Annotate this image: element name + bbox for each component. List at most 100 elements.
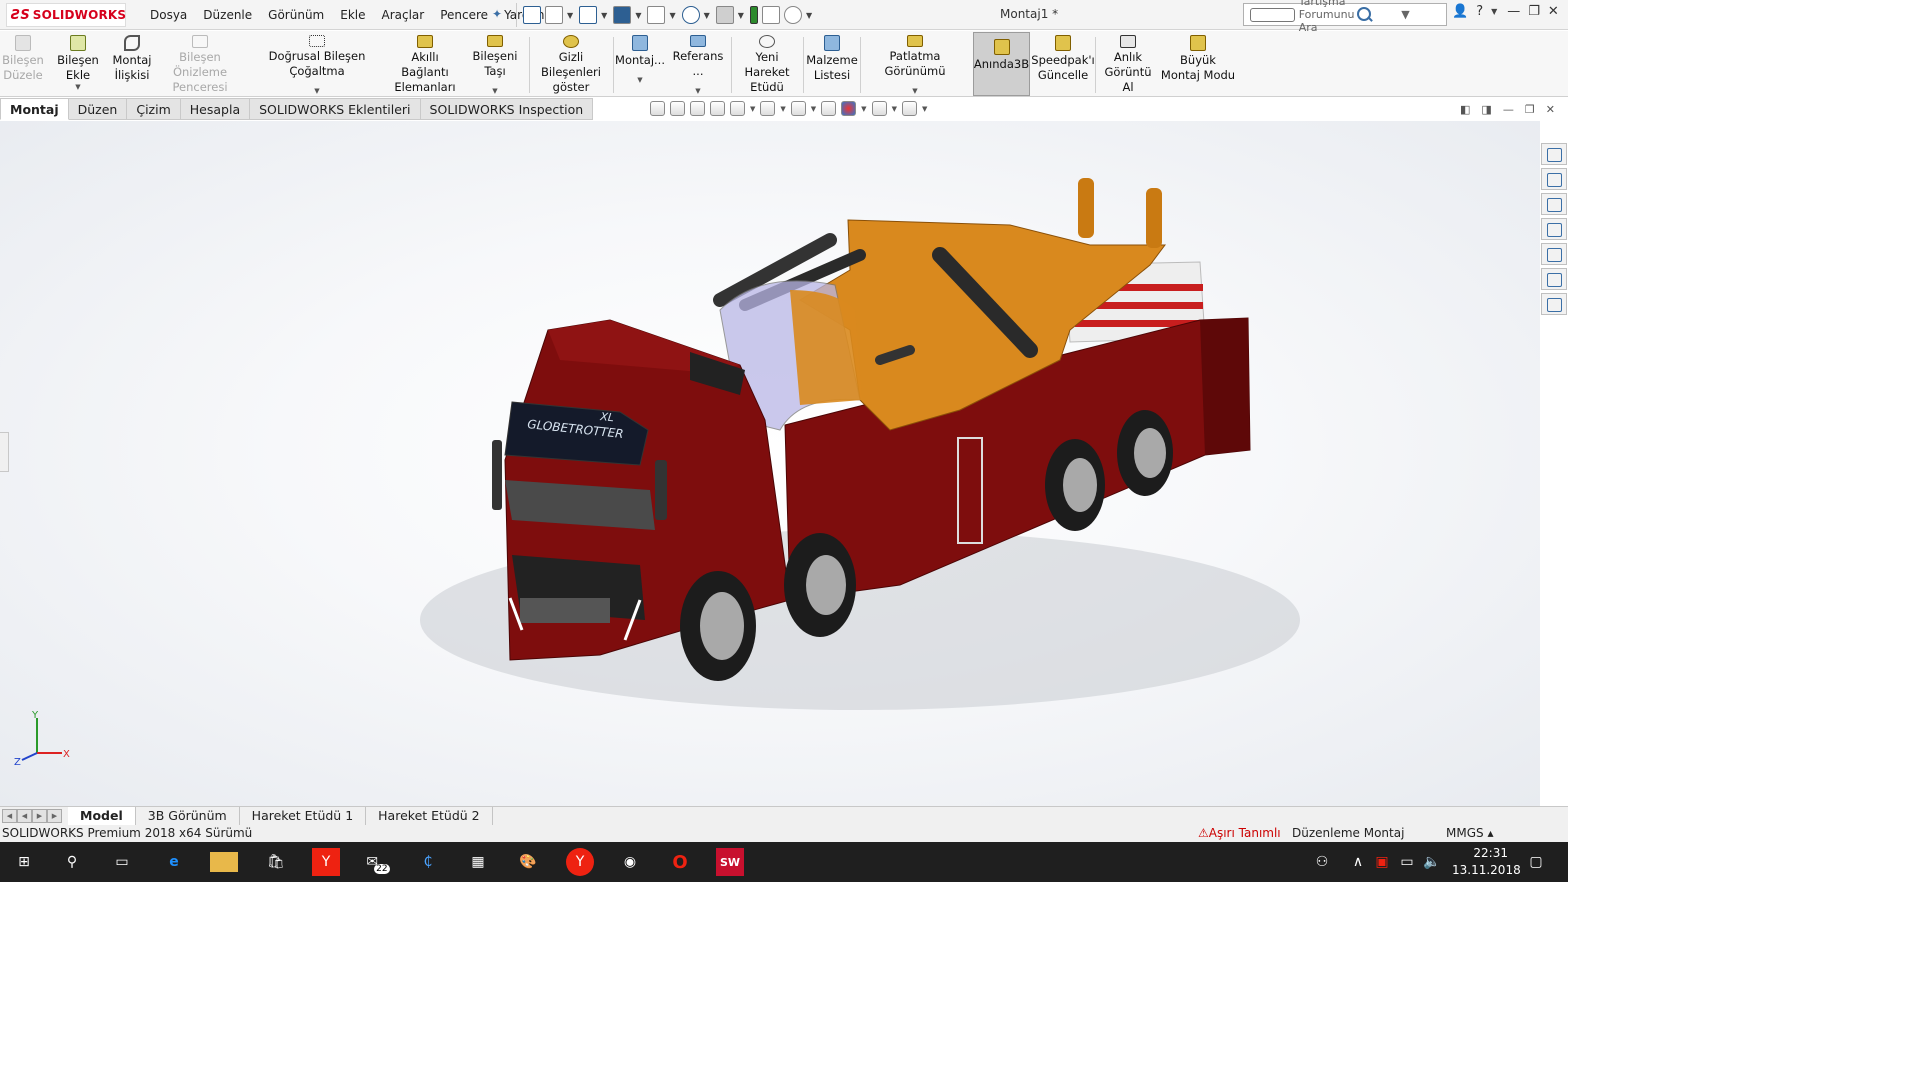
file-explorer-icon[interactable] [210, 852, 238, 872]
chevron-down-icon[interactable]: ▼ [669, 11, 675, 20]
rebuild-icon[interactable] [749, 6, 758, 24]
assembly-features-button[interactable]: Montaj... ▼ [615, 35, 665, 95]
chevron-down-icon[interactable]: ▼ [314, 87, 319, 95]
restore-icon[interactable]: ❐ [1528, 4, 1540, 19]
prev-tab-icon[interactable]: ◀ [17, 809, 32, 823]
search-box[interactable]: Tartışma Forumunu Ara ▼ [1243, 0, 1447, 34]
view-orientation-icon[interactable] [760, 101, 776, 116]
chevron-down-icon[interactable]: ▼ [637, 76, 642, 84]
disc-icon[interactable]: ◉ [616, 848, 644, 876]
restore-icon[interactable]: ❐ [1525, 103, 1535, 116]
instant3d-button[interactable]: Anında3B [973, 32, 1030, 96]
chevron-down-icon[interactable]: ▼ [75, 83, 80, 91]
acrobat-icon[interactable]: ▣ [1368, 848, 1396, 876]
undo-icon[interactable] [681, 6, 700, 24]
feature-manager-grip[interactable] [0, 432, 9, 472]
app-icon[interactable]: ₵ [414, 848, 442, 876]
yandex-icon[interactable]: Y [312, 848, 340, 876]
reference-geometry-button[interactable]: Referans ... ▼ [668, 35, 728, 95]
yandex-browser-icon[interactable]: Y [566, 848, 594, 876]
snapshot-button[interactable]: Anlık Görüntü Al [1098, 35, 1158, 95]
motion-study-button[interactable]: Yeni Hareket Etüdü [734, 35, 800, 95]
chevron-down-icon[interactable]: ▼ [1491, 7, 1497, 16]
close-icon[interactable]: ✕ [1548, 4, 1559, 19]
close-icon[interactable]: ✕ [1546, 103, 1555, 116]
options-gear-icon[interactable] [783, 6, 802, 24]
file-explorer-icon[interactable] [1541, 193, 1567, 215]
solidworks-taskbar-icon[interactable]: SW [716, 848, 744, 876]
help-icon[interactable]: ? [1476, 4, 1483, 19]
last-tab-icon[interactable]: ▶ [47, 809, 62, 823]
home-icon[interactable] [523, 6, 541, 24]
smart-fasteners-button[interactable]: Akıllı Bağlantı Elemanları [388, 35, 462, 95]
tab-motion-study-2[interactable]: Hareket Etüdü 2 [366, 807, 493, 826]
chevron-down-icon[interactable]: ▼ [567, 11, 573, 20]
edge-browser-icon[interactable]: e [160, 848, 188, 876]
task-view-icon[interactable]: ▭ [108, 848, 136, 876]
search-input[interactable]: Tartışma Forumunu Ara [1299, 0, 1355, 34]
chevron-down-icon[interactable]: ▼ [695, 87, 700, 95]
mail-icon[interactable]: ✉ 22 [364, 848, 392, 876]
menu-ekle[interactable]: Ekle [332, 8, 373, 22]
large-assembly-button[interactable]: Büyük Montaj Modu [1160, 35, 1236, 95]
insert-components-button[interactable]: Bileşen Ekle ▼ [46, 35, 110, 95]
tile-right-icon[interactable]: ◨ [1481, 103, 1491, 116]
chevron-down-icon[interactable]: ▼ [780, 105, 785, 113]
open-icon[interactable] [579, 6, 598, 24]
apply-scene-icon[interactable] [871, 101, 887, 116]
truck-crane-model[interactable]: GLOBETROTTER XL [0, 121, 1540, 806]
tab-montaj[interactable]: Montaj [0, 98, 69, 120]
forum-icon[interactable] [1541, 293, 1567, 315]
chevron-down-icon[interactable]: ▼ [492, 87, 497, 95]
minimize-icon[interactable]: — [1503, 103, 1514, 116]
file-properties-icon[interactable] [761, 6, 780, 24]
dynamic-annotation-icon[interactable] [730, 101, 745, 116]
menu-gorunum[interactable]: Görünüm [260, 8, 332, 22]
new-document-icon[interactable] [545, 6, 563, 24]
edit-component-button[interactable]: Bileşen Düzele [2, 35, 44, 95]
show-hidden-button[interactable]: Gizli Bileşenleri göster [532, 35, 610, 95]
linear-pattern-button[interactable]: Doğrusal Bileşen Çoğaltma ▼ [248, 35, 386, 95]
tile-left-icon[interactable]: ◧ [1460, 103, 1470, 116]
volume-icon[interactable]: 🔈 [1418, 848, 1446, 876]
chevron-down-icon[interactable]: ▼ [704, 11, 710, 20]
search-icon[interactable] [1355, 6, 1398, 24]
section-view-icon[interactable] [710, 101, 725, 116]
display-style-icon[interactable] [790, 101, 806, 116]
chevron-down-icon[interactable]: ▼ [738, 11, 744, 20]
menu-pencere[interactable]: Pencere [432, 8, 496, 22]
view-settings-icon[interactable] [901, 101, 917, 116]
chevron-down-icon[interactable]: ▼ [811, 105, 816, 113]
battery-icon[interactable]: ▭ [1393, 848, 1421, 876]
move-component-button[interactable]: Bileşeni Taşı ▼ [464, 35, 526, 95]
bom-button[interactable]: Malzeme Listesi [806, 35, 858, 95]
hide-show-items-icon[interactable] [821, 101, 837, 116]
mate-button[interactable]: Montaj İlişkisi [110, 35, 154, 95]
previous-view-icon[interactable] [690, 101, 705, 116]
pin-icon[interactable]: ✦ [492, 7, 502, 21]
view-palette-icon[interactable] [1541, 218, 1567, 240]
people-icon[interactable]: ⚇ [1308, 848, 1336, 876]
tab-inspection[interactable]: SOLIDWORKS Inspection [420, 98, 594, 120]
chevron-down-icon[interactable]: ▼ [806, 11, 812, 20]
menu-duzenle[interactable]: Düzenle [195, 8, 260, 22]
solidworks-resources-icon[interactable] [1541, 143, 1567, 165]
speedpak-button[interactable]: Speedpak'ı Güncelle [1031, 35, 1095, 95]
tab-motion-study-1[interactable]: Hareket Etüdü 1 [240, 807, 367, 826]
print-icon[interactable] [647, 6, 666, 24]
solidworks-logo[interactable]: ƧS SOLIDWORKS [6, 3, 126, 27]
chevron-down-icon[interactable]: ▼ [750, 105, 755, 113]
first-tab-icon[interactable]: ◀ [2, 809, 17, 823]
select-icon[interactable] [715, 6, 734, 24]
appearances-icon[interactable] [1541, 243, 1567, 265]
chevron-down-icon[interactable]: ▼ [922, 105, 927, 113]
chevron-down-icon[interactable]: ▼ [892, 105, 897, 113]
system-clock[interactable]: 22:31 13.11.2018 [1452, 845, 1521, 879]
tab-model[interactable]: Model [68, 807, 136, 826]
component-preview-button[interactable]: Bileşen Önizleme Penceresi [156, 35, 244, 95]
tab-hesapla[interactable]: Hesapla [180, 98, 251, 120]
unit-system[interactable]: MMGS ▴ [1446, 825, 1493, 841]
next-tab-icon[interactable]: ▶ [32, 809, 47, 823]
chevron-down-icon[interactable]: ▼ [1401, 8, 1444, 21]
calculator-icon[interactable]: ▦ [464, 848, 492, 876]
